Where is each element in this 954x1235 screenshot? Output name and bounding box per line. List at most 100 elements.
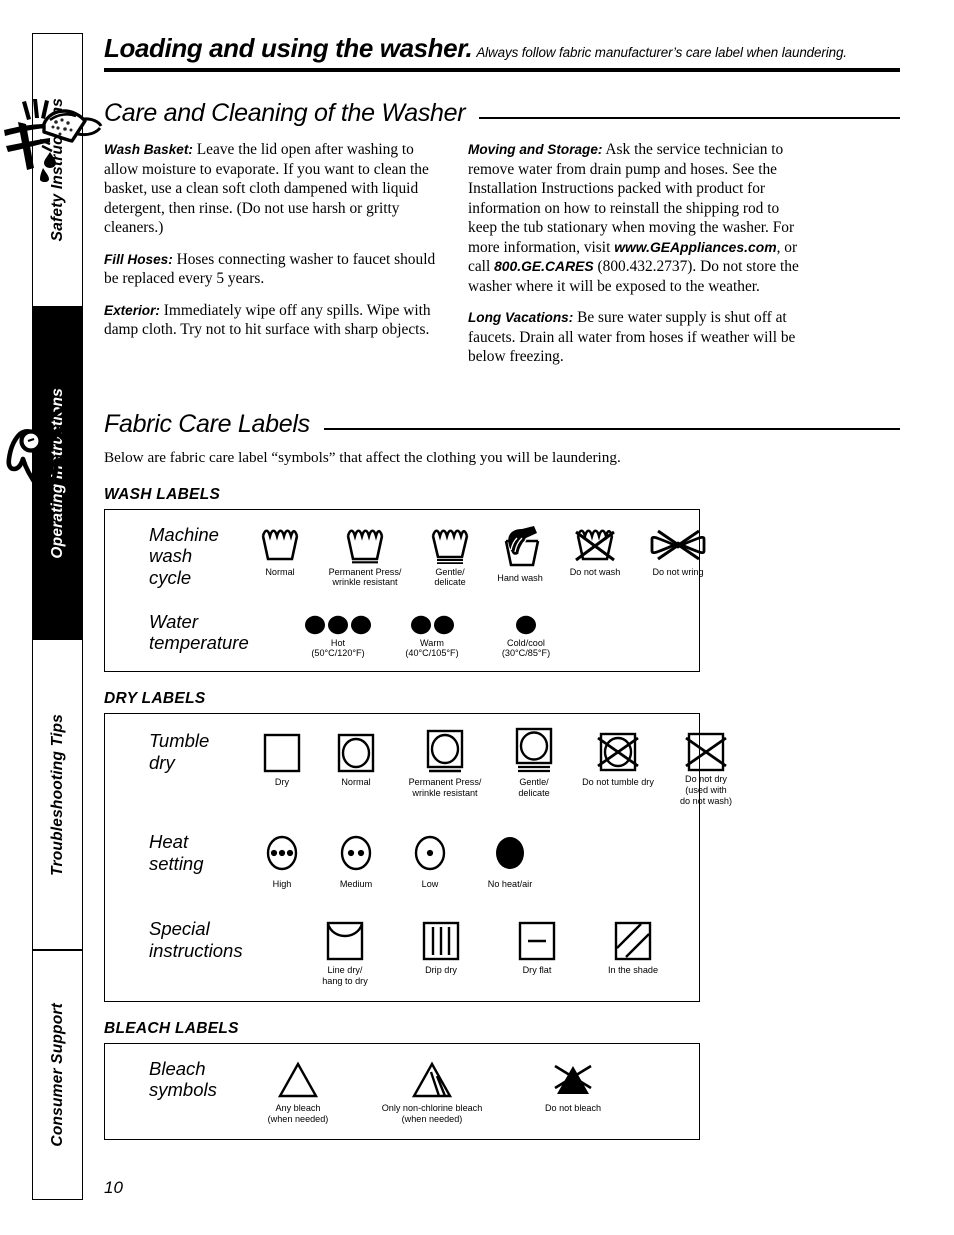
tumble-dry-row: Tumble dry Dry Normal Permanent Press/ w…	[105, 728, 732, 807]
fabric-care-labels-section: Fabric Care Labels Below are fabric care…	[6, 407, 900, 1140]
wash-labels-heading: WASH LABELS	[104, 485, 221, 503]
sidebar-tab-troubleshooting-tips[interactable]: Troubleshooting Tips	[32, 639, 83, 950]
page-title: Loading and using the washer.	[104, 33, 473, 63]
sponge-cleaning-icon	[0, 94, 104, 187]
symbol-caption: Cold/cool (30°C/85°F)	[501, 637, 551, 659]
symbol-cell: Do not bleach	[513, 1058, 633, 1114]
row-label-water-temperature: Water temperature	[149, 610, 249, 654]
row-label-tumble-dry: Tumble dry	[149, 730, 210, 773]
symbol-caption: In the shade	[607, 964, 659, 975]
bleach-labels-panel: Bleach symbols Any bleach (when needed)	[104, 1042, 700, 1140]
do-not-wash-icon	[572, 524, 618, 564]
line-dry-icon	[323, 918, 367, 962]
care-right-column: Moving and Storage: Ask the service tech…	[468, 140, 808, 366]
care-columns: Wash Basket: Leave the lid open after wa…	[104, 140, 900, 366]
phone-number: 800.GE.CARES	[494, 258, 594, 275]
wash-tub-one-bar-icon	[343, 524, 387, 564]
sidebar-tab-rail: Safety Instructions Operating Instructio…	[32, 33, 83, 1200]
symbol-caption: Do not bleach	[544, 1102, 602, 1113]
sidebar-tab-label: Consumer Support	[48, 1003, 66, 1147]
row-label-machine-wash-cycle: Machine wash cycle	[149, 523, 219, 588]
banner-rule	[104, 68, 900, 72]
non-chlorine-bleach-icon	[409, 1058, 455, 1100]
care-section-title: Care and Cleaning of the Washer	[104, 99, 466, 127]
symbol-caption: Do not wash	[569, 566, 621, 577]
circle-three-dots-icon	[262, 831, 302, 873]
symbol-cell: In the shade	[585, 918, 681, 976]
circle-two-dots-icon	[336, 831, 376, 873]
symbol-caption: Any bleach (when needed)	[267, 1102, 329, 1124]
symbol-cell: Hot (50°C/120°F)	[291, 611, 385, 660]
symbol-cell: Drip dry	[393, 918, 489, 976]
symbol-caption: Normal	[341, 777, 371, 788]
symbol-cell: Do not wring	[635, 524, 721, 578]
care-left-column: Wash Basket: Leave the lid open after wa…	[104, 140, 444, 366]
any-bleach-triangle-icon	[275, 1058, 321, 1100]
shirt-garment-icon	[0, 403, 104, 500]
dry-labels-panel: Tumble dry Dry Normal Permanent Press/ w…	[104, 713, 732, 1002]
symbol-caption: Do not wring	[652, 566, 704, 577]
paragraph-lead: Exterior:	[104, 302, 160, 318]
symbol-cell: Gentle/ delicate	[415, 524, 485, 589]
heat-setting-row: Heat setting High Medium Low No heat/air	[105, 831, 699, 890]
symbol-caption: No heat/air	[487, 879, 533, 890]
sidebar-tab-label: Troubleshooting Tips	[48, 713, 66, 876]
symbol-caption: Permanent Press/ wrinkle resistant	[408, 777, 482, 799]
symbol-caption: Hand wash	[497, 572, 543, 583]
paragraph-lead: Moving and Storage:	[468, 142, 603, 158]
wash-labels-panel: Machine wash cycle Normal Permanent Pres…	[104, 508, 706, 673]
filled-circle-icon	[490, 831, 530, 873]
do-not-bleach-icon	[545, 1058, 601, 1100]
symbol-caption: Do not tumble dry	[582, 777, 654, 788]
symbol-cell: Normal	[245, 524, 315, 578]
care-and-cleaning-section: Care and Cleaning of the Washer Wash Bas…	[4, 99, 900, 367]
square-icon	[261, 730, 303, 774]
symbol-cell: Low	[393, 831, 467, 890]
symbol-caption: Dry flat	[522, 964, 552, 975]
website-link[interactable]: www.GEAppliances.com	[614, 239, 776, 255]
symbol-caption: High	[272, 879, 292, 890]
section-rule	[323, 427, 900, 430]
paragraph-lead: Fill Hoses:	[104, 251, 173, 267]
page-subtitle: Always follow fabric manufacturer’s care…	[476, 45, 847, 60]
sidebar-tab-consumer-support[interactable]: Consumer Support	[32, 950, 83, 1200]
symbol-cell: High	[245, 831, 319, 890]
symbol-cell: Cold/cool (30°C/85°F)	[479, 611, 573, 660]
symbol-cell: No heat/air	[467, 831, 553, 890]
row-label-bleach-symbols: Bleach symbols	[149, 1057, 217, 1101]
symbol-cell: Normal	[319, 730, 393, 788]
symbol-caption: Line dry/ hang to dry	[322, 964, 368, 986]
symbol-cell: Dry flat	[489, 918, 585, 976]
symbol-caption: Only non-chlorine bleach (when needed)	[381, 1102, 483, 1124]
symbol-caption: Do not dry (used with do not wash)	[679, 774, 733, 807]
circle-one-dot-icon	[410, 831, 450, 873]
section-rule	[479, 117, 900, 120]
row-label-heat-setting: Heat setting	[149, 831, 204, 874]
in-the-shade-icon	[611, 918, 655, 962]
hand-wash-icon	[496, 524, 544, 570]
care-paragraph: Wash Basket: Leave the lid open after wa…	[104, 140, 444, 237]
fabric-intro-text: Below are fabric care label “symbols” th…	[104, 448, 621, 466]
care-paragraph: Exterior: Immediately wipe off any spill…	[104, 301, 444, 340]
one-dot-icon	[512, 611, 540, 635]
symbol-cell: Only non-chlorine bleach (when needed)	[351, 1058, 513, 1125]
tumble-dry-one-bar-icon	[424, 730, 466, 774]
symbol-cell: Permanent Press/ wrinkle resistant	[393, 730, 497, 799]
do-not-dry-icon	[683, 730, 729, 774]
drip-dry-icon	[419, 918, 463, 962]
bleach-symbols-row: Bleach symbols Any bleach (when needed)	[105, 1058, 699, 1125]
page-number: 10	[104, 1178, 123, 1197]
symbol-cell: Line dry/ hang to dry	[297, 918, 393, 987]
tumble-dry-circle-icon	[335, 730, 377, 774]
page-banner: Loading and using the washer. Always fol…	[104, 33, 900, 78]
symbol-caption: Normal	[265, 566, 295, 577]
symbol-cell: Permanent Press/ wrinkle resistant	[315, 524, 415, 589]
special-instructions-row: Special instructions Line dry/ hang to d…	[105, 918, 699, 987]
symbol-caption: Dry	[274, 777, 290, 788]
wash-cycle-row: Machine wash cycle Normal Permanent Pres…	[105, 523, 706, 589]
dry-labels-heading: DRY LABELS	[104, 690, 206, 708]
symbol-cell: Gentle/ delicate	[497, 728, 571, 799]
symbol-cell: Any bleach (when needed)	[245, 1058, 351, 1125]
wash-tub-icon	[258, 524, 302, 564]
care-paragraph: Fill Hoses: Hoses connecting washer to f…	[104, 250, 444, 289]
